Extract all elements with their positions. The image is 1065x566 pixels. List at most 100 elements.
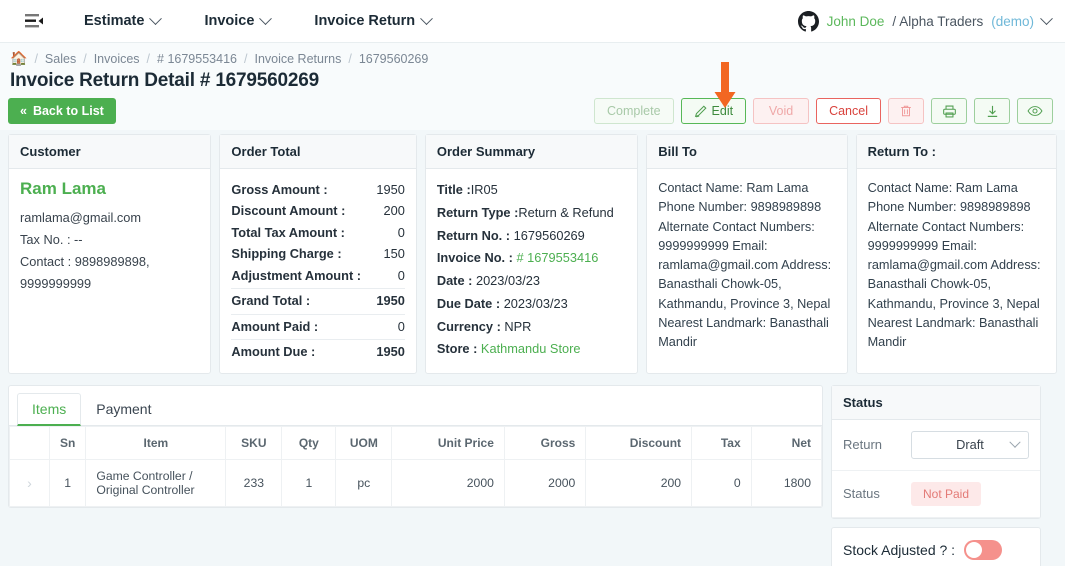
cell-unit-price: 2000	[391, 458, 505, 507]
void-button[interactable]: Void	[753, 98, 810, 124]
customer-tax-no: Tax No. : --	[20, 232, 83, 247]
sidebar-collapse-icon[interactable]	[22, 9, 46, 33]
summary-value: IR05	[470, 182, 498, 197]
return-to-panel-title: Return To :	[856, 135, 1057, 169]
edit-button[interactable]: Edit	[680, 98, 747, 124]
total-value: 0	[397, 224, 405, 240]
cancel-button[interactable]: Cancel	[816, 98, 881, 124]
download-button[interactable]	[974, 98, 1010, 124]
customer-name[interactable]: Ram Lama	[20, 179, 199, 199]
cancel-label: Cancel	[829, 104, 868, 118]
tab-items[interactable]: Items	[17, 392, 82, 426]
total-value: 0	[397, 318, 405, 334]
col-sku: SKU	[225, 425, 283, 460]
summary-key: Return Type :	[436, 204, 519, 220]
breadcrumb-item-invoice-number[interactable]: # 1679553416	[157, 52, 237, 66]
order-summary-panel-title: Order Summary	[425, 135, 638, 169]
stock-adjusted-label: Stock Adjusted ? :	[843, 541, 956, 558]
items-tabs: Items Payment	[9, 386, 822, 426]
breadcrumb-item-invoices[interactable]: Invoices	[94, 52, 140, 66]
order-summary-panel-body: Title :IR05 Return Type :Return & Refund…	[426, 169, 637, 373]
status-badge: Not Paid	[911, 481, 982, 506]
nav-item-invoice[interactable]: Invoice	[204, 11, 273, 29]
cell-sku: 233	[225, 458, 283, 507]
complete-button[interactable]: Complete	[594, 98, 674, 124]
col-gross: Gross	[503, 425, 587, 460]
col-discount: Discount	[585, 425, 693, 460]
total-label: Amount Due :	[231, 344, 316, 360]
eye-icon	[1027, 106, 1043, 116]
home-icon[interactable]: 🏠	[10, 50, 27, 67]
preview-button[interactable]	[1017, 98, 1053, 124]
breadcrumb-separator: /	[243, 51, 248, 66]
breadcrumb-item-current[interactable]: 1679560269	[359, 52, 429, 66]
user-org: / Alpha Traders	[892, 14, 983, 29]
chevron-down-icon	[149, 11, 163, 25]
summary-row-due-date: Due Date : 2023/03/23	[437, 293, 626, 316]
table-header-row: Sn Item SKU Qty UOM Unit Price Gross Dis…	[9, 425, 823, 460]
total-row-tax: Total Tax Amount : 0	[231, 222, 404, 243]
return-to-panel: Return To : Contact Name: Ram Lama Phone…	[855, 134, 1058, 374]
table-row: › 1 Game Controller / Original Controlle…	[9, 458, 823, 507]
cell-sn: 1	[48, 458, 87, 507]
breadcrumb-item-invoice-returns[interactable]: Invoice Returns	[254, 52, 341, 66]
customer-contact: Contact : 9898989898, 9999999999	[20, 254, 150, 291]
customer-email: ramlama@gmail.com	[20, 210, 142, 225]
summary-row-invoice-no: Invoice No. : # 1679553416	[437, 247, 626, 270]
customer-panel-title: Customer	[9, 135, 211, 169]
col-uom: UOM	[335, 425, 393, 460]
main-nav-items: Estimate Invoice Invoice Return	[84, 11, 434, 29]
summary-value: 2023/03/23	[503, 295, 568, 311]
return-status-select[interactable]: Draft	[911, 430, 1029, 459]
action-buttons-group: Complete Edit Void Cancel	[594, 98, 1053, 124]
edit-label: Edit	[711, 104, 734, 118]
print-button[interactable]	[931, 98, 967, 124]
delete-button[interactable]	[888, 98, 924, 124]
trash-icon	[901, 105, 911, 117]
status-payment-row: Status Not Paid	[832, 471, 1040, 518]
nav-item-invoice-return[interactable]: Invoice Return	[314, 11, 434, 29]
total-row-gross: Gross Amount : 1950	[231, 179, 404, 200]
summary-value-link[interactable]: # 1679553416	[516, 250, 598, 265]
nav-item-estimate[interactable]: Estimate	[84, 11, 163, 29]
cell-uom: pc	[335, 458, 393, 507]
summary-value: NPR	[504, 318, 532, 334]
user-org-name: Alpha Traders	[899, 13, 984, 29]
tab-payment[interactable]: Payment	[81, 393, 166, 426]
total-label: Gross Amount :	[231, 182, 328, 197]
top-navigation-bar: Estimate Invoice Invoice Return John Doe…	[0, 0, 1065, 43]
cell-qty: 1	[281, 458, 337, 507]
status-return-row: Return Draft	[832, 420, 1040, 471]
col-tax: Tax	[691, 425, 752, 460]
bill-to-panel-body: Contact Name: Ram Lama Phone Number: 989…	[647, 169, 846, 373]
page-title: Invoice Return Detail # 1679560269	[10, 70, 319, 91]
user-account-menu[interactable]: John Doe / Alpha Traders (demo)	[797, 10, 1053, 32]
total-label: Shipping Charge :	[231, 246, 342, 262]
breadcrumb-separator: /	[146, 51, 151, 66]
nav-item-estimate-label: Estimate	[84, 13, 145, 29]
customer-panel: Customer Ram Lama ramlama@gmail.com Tax …	[8, 134, 212, 374]
back-to-list-button[interactable]: « Back to List	[8, 98, 116, 124]
nav-item-invoice-label: Invoice	[204, 13, 255, 29]
row-expand-toggle[interactable]: ›	[9, 458, 50, 507]
status-column: Status Return Draft Status Not Paid Stoc…	[831, 384, 1041, 566]
bill-to-panel-title: Bill To	[647, 135, 847, 169]
cell-gross: 2000	[503, 458, 587, 507]
total-value: 1950	[376, 344, 405, 360]
summary-value-link[interactable]: Kathmandu Store	[481, 341, 581, 356]
user-separator: /	[892, 13, 897, 29]
summary-key: Title :	[436, 182, 471, 197]
breadcrumb-separator: /	[348, 51, 352, 66]
printer-icon	[942, 105, 956, 117]
user-env-badge: (demo)	[991, 13, 1034, 29]
complete-label: Complete	[607, 104, 661, 118]
col-item: Item	[85, 425, 227, 460]
breadcrumb: 🏠 / Sales / Invoices / # 1679553416 / In…	[10, 50, 1065, 67]
items-table-head: Sn Item SKU Qty UOM Unit Price Gross Dis…	[9, 425, 823, 460]
summary-key: Invoice No. :	[436, 250, 513, 266]
col-net: Net	[750, 425, 823, 460]
stock-adjusted-toggle[interactable]	[964, 539, 1003, 560]
status-panel: Status Return Draft Status Not Paid	[831, 384, 1041, 519]
breadcrumb-item-sales[interactable]: Sales	[45, 52, 76, 66]
pencil-icon	[694, 104, 707, 117]
